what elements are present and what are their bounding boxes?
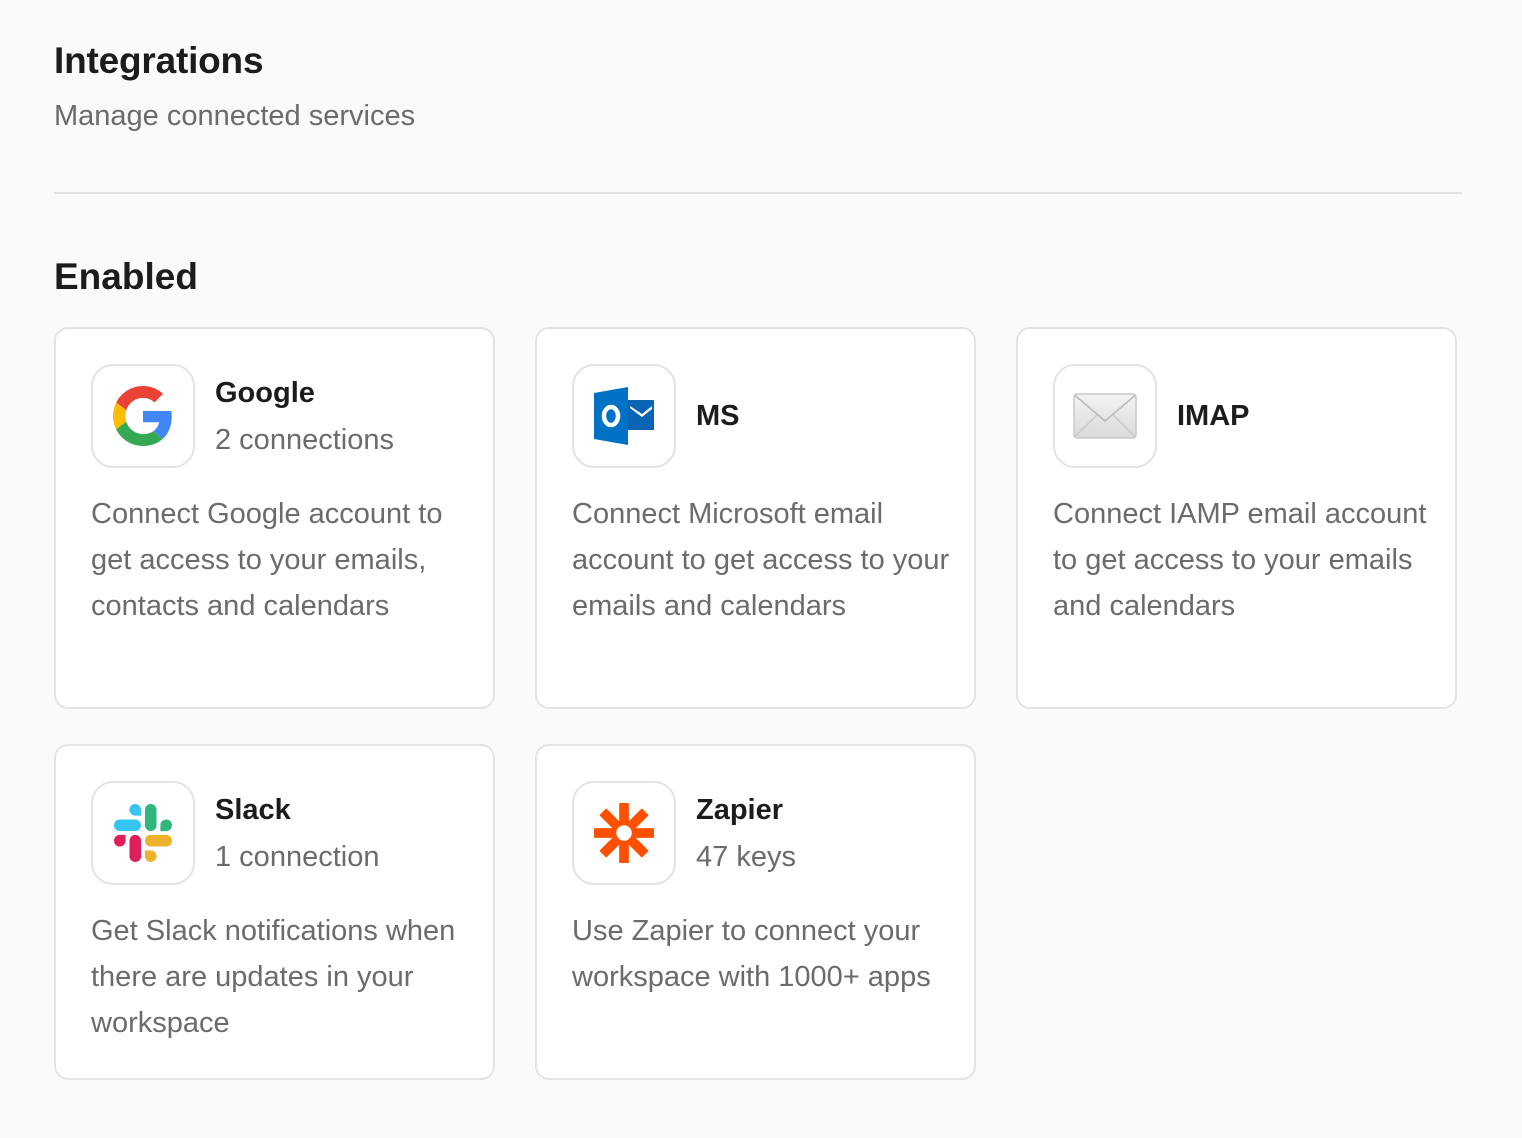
integration-connection-count: 1 connection	[215, 841, 380, 873]
integration-description: Use Zapier to connect your workspace wit…	[572, 915, 931, 993]
envelope-icon	[1053, 364, 1157, 468]
zapier-logo-icon	[572, 781, 676, 885]
integration-card-zapier[interactable]: Zapier 47 keys Use Zapier to connect you…	[535, 744, 976, 1080]
page-title: Integrations	[54, 40, 264, 81]
header-divider	[54, 192, 1462, 194]
integration-name: Slack	[215, 794, 291, 826]
outlook-logo-icon	[572, 364, 676, 468]
integration-card-google[interactable]: Google 2 connections Connect Google acco…	[54, 327, 495, 709]
page-subtitle: Manage connected services	[54, 100, 416, 132]
integration-name: IMAP	[1177, 400, 1250, 432]
integration-description: Connect Google account to get access to …	[91, 498, 443, 622]
integration-name: Zapier	[696, 794, 784, 826]
integration-description: Connect Microsoft email account to get a…	[572, 498, 950, 622]
integration-description: Connect IAMP email account to get access…	[1053, 498, 1427, 622]
section-title-enabled: Enabled	[54, 256, 198, 297]
slack-logo-icon	[91, 781, 195, 885]
integration-card-ms[interactable]: MS Connect Microsoft email account to ge…	[535, 327, 976, 709]
integration-key-count: 47 keys	[696, 841, 796, 873]
integration-card-slack[interactable]: Slack 1 connection Get Slack notificatio…	[54, 744, 495, 1080]
integration-name: Google	[215, 377, 315, 409]
integration-card-imap[interactable]: IMAP Connect IAMP email account to get a…	[1016, 327, 1457, 709]
integration-connection-count: 2 connections	[215, 424, 394, 456]
integration-description: Get Slack notifications when there are u…	[91, 915, 456, 1039]
google-logo-icon	[91, 364, 195, 468]
integration-name: MS	[696, 400, 740, 432]
